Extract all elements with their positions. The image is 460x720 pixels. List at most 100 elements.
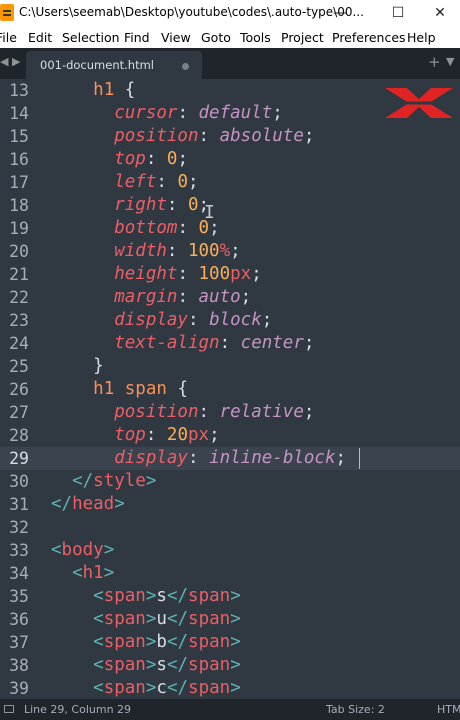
code-token: absolute: [219, 126, 304, 146]
code-token: </: [72, 471, 94, 491]
code-line[interactable]: margin: auto;: [51, 286, 460, 309]
code-line[interactable]: h1 span {: [51, 378, 460, 401]
menu-find[interactable]: Find: [124, 30, 150, 45]
code-token: display: [114, 448, 188, 468]
panel-toggle-icon[interactable]: [4, 705, 14, 713]
tab-size[interactable]: Tab Size: 2: [326, 703, 385, 716]
menu-selection[interactable]: Selection: [62, 30, 120, 45]
line-number: 16: [9, 150, 29, 169]
new-tab-icon[interactable]: +: [428, 53, 441, 71]
code-token: :: [187, 448, 210, 468]
code-line[interactable]: display: block;: [51, 309, 460, 332]
line-number: 23: [9, 311, 29, 330]
tab-scroll-left-icon[interactable]: ◀: [0, 55, 8, 68]
code-line[interactable]: text-align: center;: [51, 332, 460, 355]
code-token: :: [166, 195, 188, 215]
code-line[interactable]: </style>: [51, 470, 460, 493]
code-editor[interactable]: 13 14 15 16 17 18 19 20 21 22 23 24 25 26 27 28 29 30 31 32…: [0, 79, 460, 699]
menu-goto[interactable]: Goto: [201, 30, 231, 45]
tab-list-dropdown-icon[interactable]: ▼: [446, 55, 454, 68]
code-token: ;: [209, 425, 220, 445]
code-line[interactable]: <span>u</span>: [51, 608, 460, 631]
code-token: <: [72, 563, 83, 583]
code-lines[interactable]: h1 { cursor: default; position: absolute…: [51, 79, 460, 699]
menu-tools[interactable]: Tools: [240, 30, 271, 45]
syntax-mode[interactable]: HTML: [437, 703, 460, 716]
menu-file[interactable]: File: [0, 30, 17, 45]
x-logo-icon: [385, 88, 453, 118]
code-token: :: [156, 172, 178, 192]
code-line[interactable]: right: 0;: [51, 194, 460, 217]
code-token: <: [93, 678, 104, 698]
line-number: 33: [9, 541, 29, 560]
code-token: :: [187, 310, 210, 330]
code-line[interactable]: bottom: 0;: [51, 217, 460, 240]
menu-edit[interactable]: Edit: [28, 30, 52, 45]
code-line[interactable]: <body>: [51, 539, 460, 562]
line-number: 20: [9, 242, 29, 261]
line-number: 14: [9, 104, 29, 123]
code-line[interactable]: [51, 516, 460, 539]
code-token: :: [198, 126, 220, 146]
code-line[interactable]: <span>b</span>: [51, 631, 460, 654]
menu-project[interactable]: Project: [281, 30, 324, 45]
code-token: width: [114, 241, 167, 261]
code-token: :: [177, 264, 199, 284]
code-token: u: [156, 609, 167, 629]
code-token: <: [93, 632, 104, 652]
code-token: 100: [187, 241, 220, 261]
code-token: top: [114, 149, 146, 169]
minimize-button[interactable]: —: [320, 0, 360, 26]
code-line[interactable]: position: absolute;: [51, 125, 460, 148]
code-token: text-align: [114, 333, 220, 353]
code-line[interactable]: height: 100px;: [51, 263, 460, 286]
code-line[interactable]: <span>s</span>: [51, 654, 460, 677]
code-line[interactable]: <span>s</span>: [51, 585, 460, 608]
code-token: top: [114, 425, 146, 445]
cursor-position[interactable]: Line 29, Column 29: [24, 703, 131, 716]
code-token: h1: [82, 563, 104, 583]
unsaved-dot-icon[interactable]: [182, 63, 189, 70]
text-caret: [359, 448, 360, 469]
code-token: </: [51, 494, 73, 514]
code-token: ;: [240, 287, 252, 307]
code-token: span: [103, 609, 146, 629]
code-line[interactable]: <h1>: [51, 562, 460, 585]
code-token: b: [156, 632, 167, 652]
code-token: cursor: [114, 103, 178, 123]
code-token: ;: [177, 149, 188, 169]
code-line[interactable]: left: 0;: [51, 171, 460, 194]
close-button[interactable]: ✕: [420, 0, 460, 26]
menu-help[interactable]: Help: [407, 30, 436, 45]
code-line[interactable]: width: 100%;: [51, 240, 460, 263]
code-token: </: [166, 678, 189, 698]
tab-scroll-right-icon[interactable]: ▶: [12, 55, 20, 68]
status-bar: Line 29, Column 29 Tab Size: 2 HTML: [0, 699, 460, 720]
code-line[interactable]: </head>: [51, 493, 460, 516]
tab-001-document[interactable]: 001-document.html: [26, 51, 202, 79]
code-token: :: [198, 402, 220, 422]
code-token: span: [103, 632, 146, 652]
line-number: 27: [9, 403, 29, 422]
code-token: s: [156, 655, 167, 675]
code-token: >: [230, 678, 241, 698]
code-token: 100: [198, 264, 231, 284]
line-number: 19: [9, 219, 29, 238]
code-line[interactable]: <span>c</span>: [51, 677, 460, 699]
menu-view[interactable]: View: [161, 30, 191, 45]
title-bar: C:\Users\seemab\Desktop\youtube\codes\.a…: [0, 0, 460, 26]
code-line[interactable]: position: relative;: [51, 401, 460, 424]
code-line[interactable]: top: 0;: [51, 148, 460, 171]
menu-preferences[interactable]: Preferences: [332, 30, 406, 45]
code-line[interactable]: display: inline-block;: [51, 447, 460, 470]
code-line[interactable]: top: 20px;: [51, 424, 460, 447]
code-token: height: [114, 264, 178, 284]
line-number: 34: [9, 564, 29, 583]
code-line[interactable]: }: [51, 355, 460, 378]
maximize-button[interactable]: ☐: [378, 0, 418, 26]
code-token: {: [114, 80, 136, 100]
